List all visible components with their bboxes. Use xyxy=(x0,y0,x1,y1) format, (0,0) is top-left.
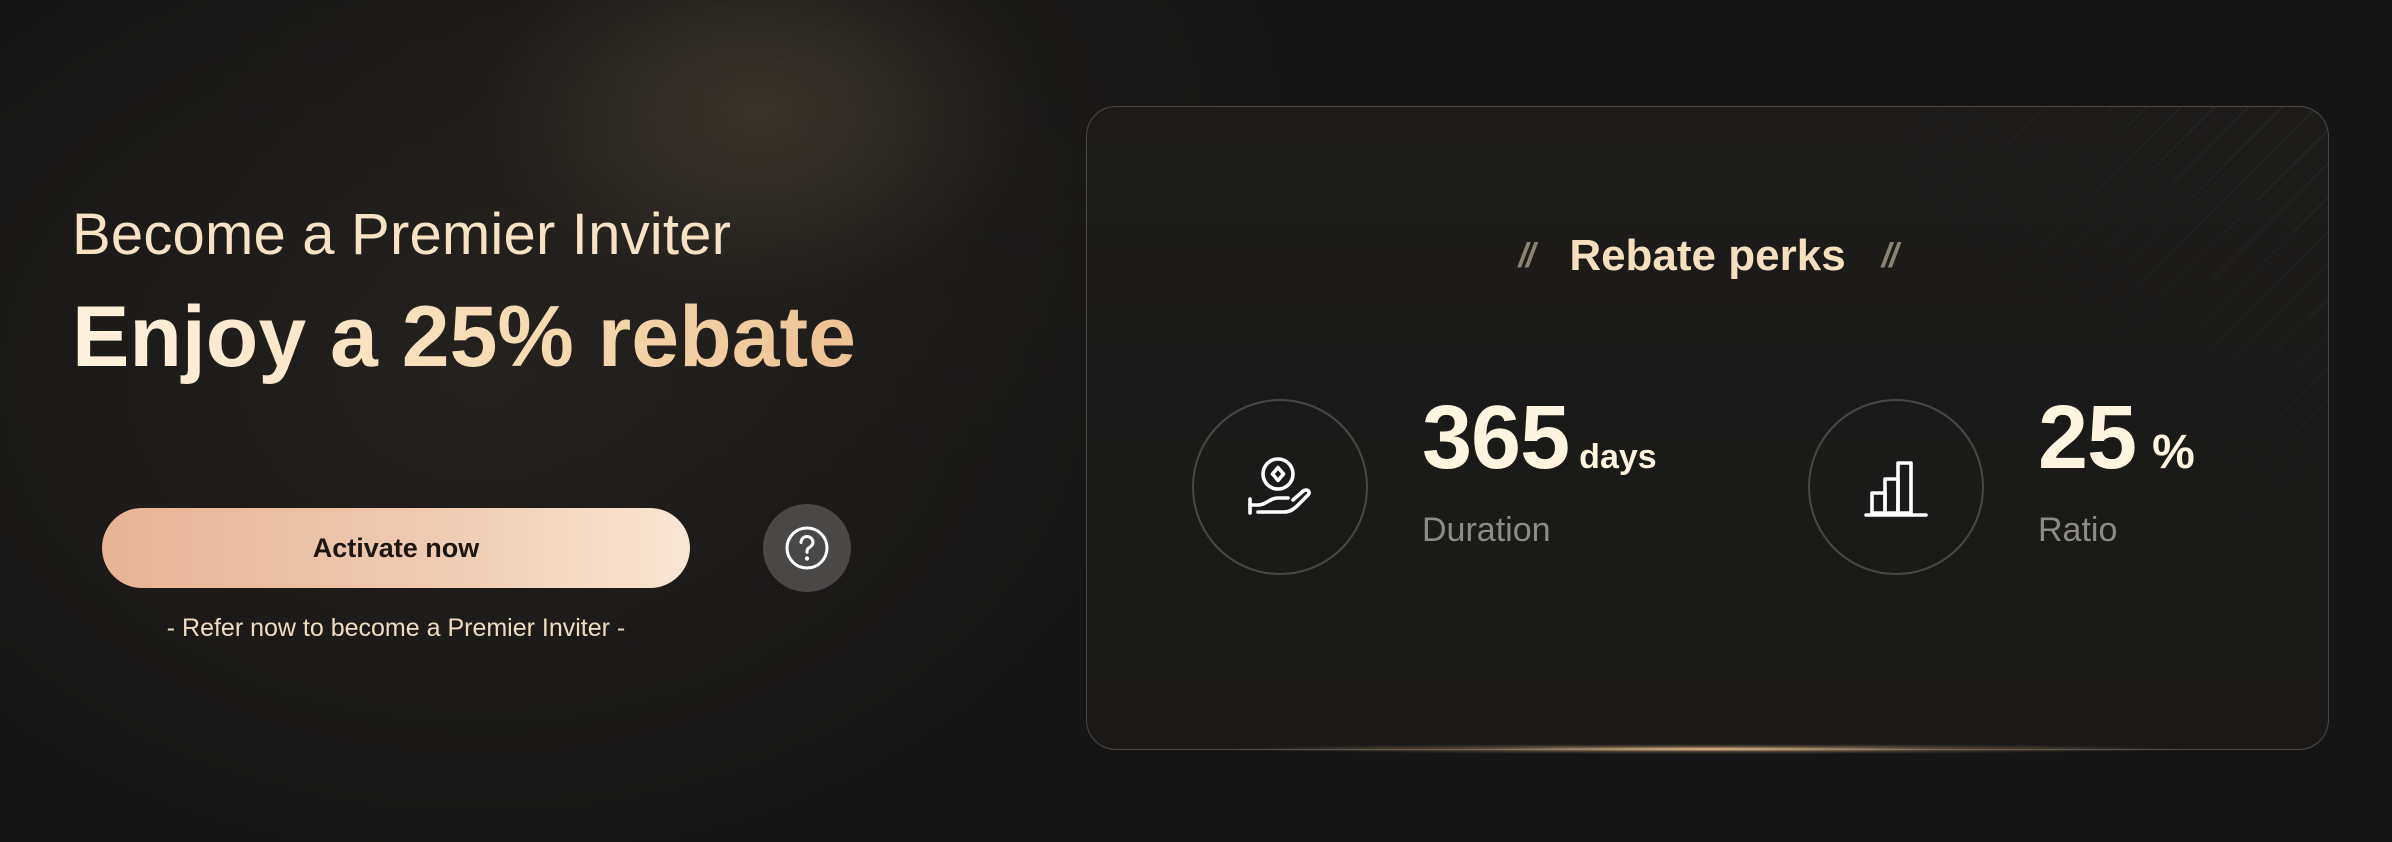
coin-hand-icon xyxy=(1248,457,1311,515)
ratio-number: 25 xyxy=(2038,388,2137,488)
rebate-perks-card: // Rebate perks // 365 days Duration 25 … xyxy=(1086,106,2329,750)
perk-ratio: 25 % Ratio xyxy=(1808,393,2328,575)
perk-value: 365 days xyxy=(1422,393,1657,483)
bar-chart-icon xyxy=(1864,461,1928,517)
help-button[interactable] xyxy=(763,504,851,592)
hero-section: Become a Premier Inviter Enjoy a 25% reb… xyxy=(72,200,972,386)
duration-label: Duration xyxy=(1422,511,1551,549)
quote-mark-left: // xyxy=(1518,237,1535,275)
duration-number: 365 xyxy=(1422,388,1570,488)
activate-now-button[interactable]: Activate now xyxy=(102,508,690,588)
refer-note: - Refer now to become a Premier Inviter … xyxy=(166,614,626,642)
quote-mark-right: // xyxy=(1881,237,1899,275)
perk-duration: 365 days Duration xyxy=(1192,393,1712,575)
hero-title: Enjoy a 25% rebate xyxy=(72,288,972,387)
perk-icon-circle xyxy=(1192,399,1368,575)
hero-subtitle: Become a Premier Inviter xyxy=(72,202,732,267)
ratio-unit: % xyxy=(2152,426,2195,479)
perk-icon-circle xyxy=(1808,399,1984,575)
perk-value: 25 % xyxy=(2038,393,2195,483)
cta-row: Activate now xyxy=(102,504,862,592)
duration-unit: days xyxy=(1579,438,1657,476)
card-glow-line xyxy=(1086,744,2329,754)
ratio-label: Ratio xyxy=(2038,511,2118,549)
question-circle-icon xyxy=(785,526,829,570)
card-title: Rebate perks xyxy=(1569,231,1846,280)
card-header: // Rebate perks // xyxy=(1087,231,2328,281)
